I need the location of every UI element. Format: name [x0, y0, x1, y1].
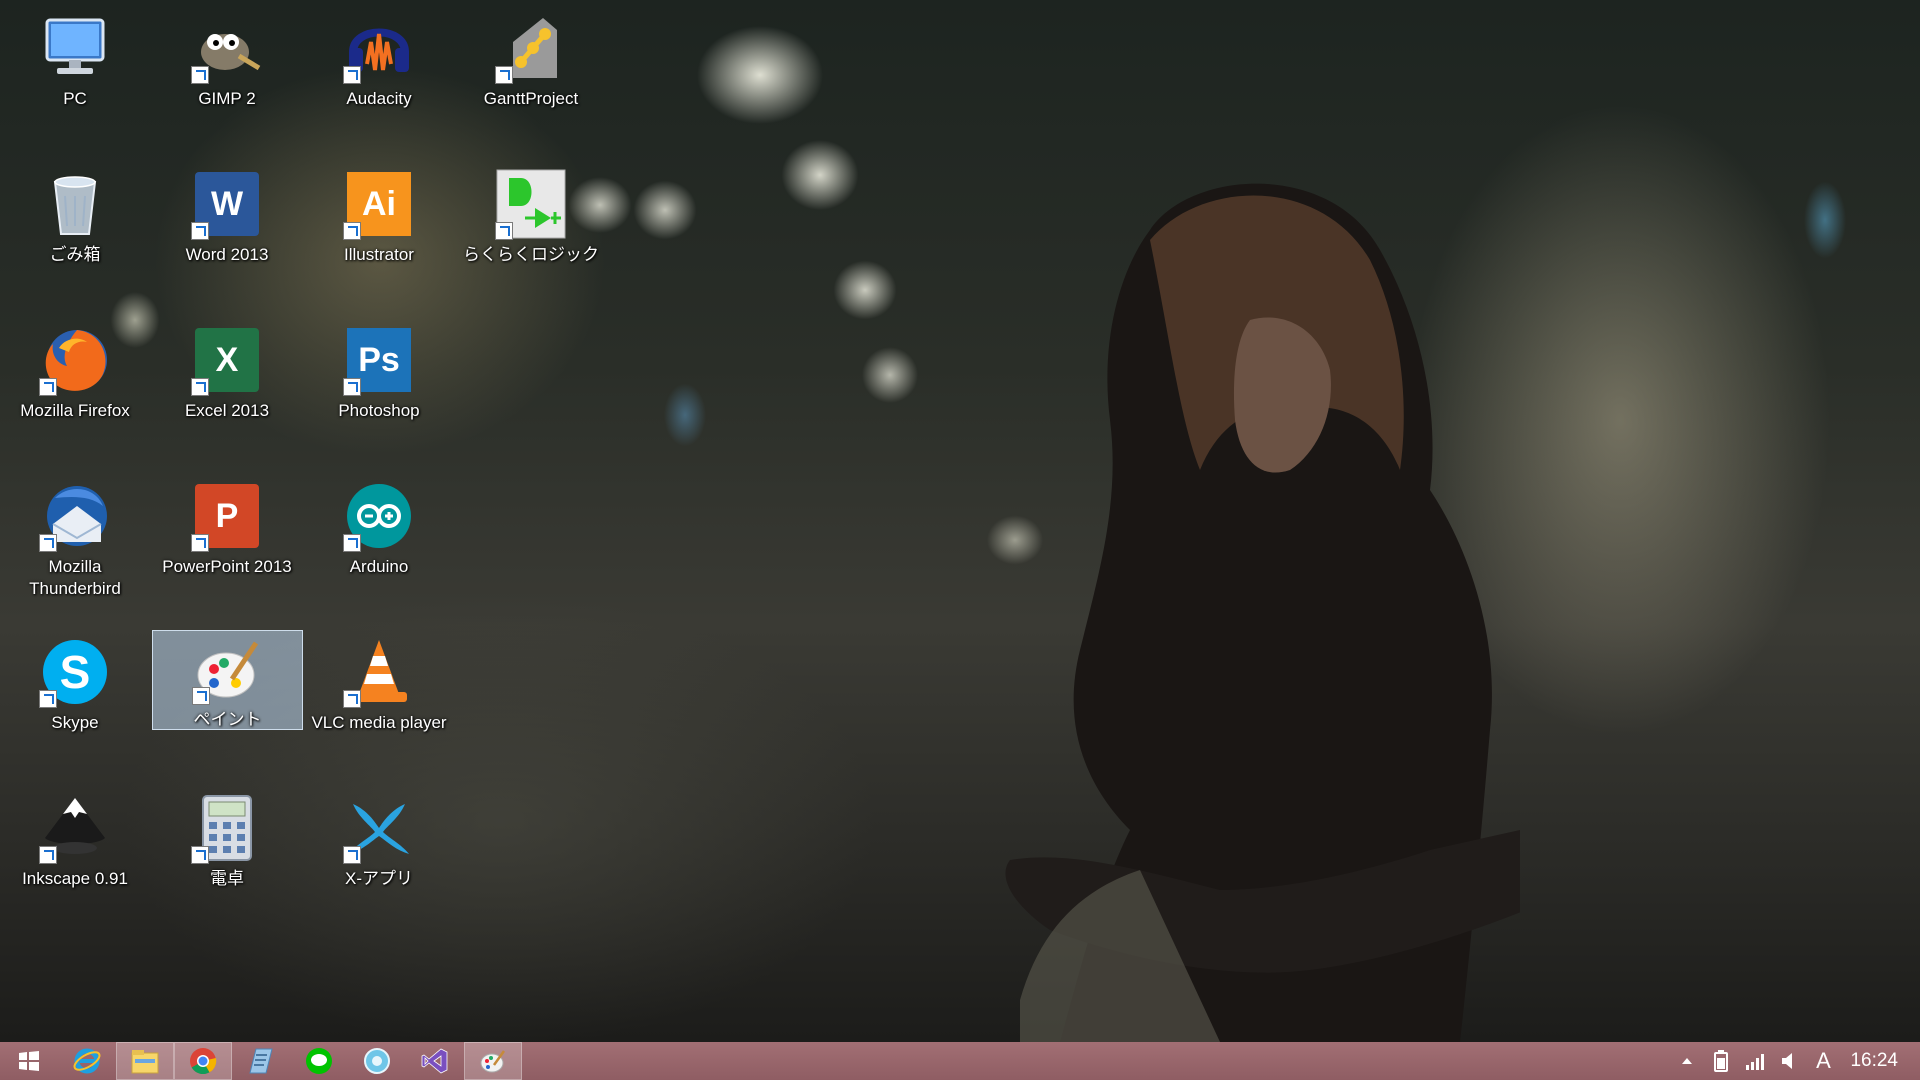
- icon-label: Skype: [51, 713, 99, 732]
- desktop-icon-ganttproject[interactable]: GanttProject: [456, 2, 606, 122]
- desktop-icon-photoshop[interactable]: Ps Photoshop: [304, 314, 454, 434]
- desktop-icon-audacity[interactable]: Audacity: [304, 2, 454, 122]
- desktop-icon-pc[interactable]: PC: [0, 2, 150, 122]
- taskbar-line[interactable]: [290, 1042, 348, 1080]
- battery-icon: [1714, 1050, 1729, 1072]
- icon-label: Word 2013: [185, 245, 269, 264]
- icon-label: GanttProject: [483, 89, 579, 108]
- taskbar-paint[interactable]: [464, 1042, 522, 1080]
- wallpaper-figure: [1005, 183, 1520, 1042]
- tray-clock[interactable]: 16:24: [1840, 1042, 1920, 1080]
- desktop-icon-rakuraku-logic[interactable]: らくらくロジック: [456, 158, 606, 278]
- icon-label: Excel 2013: [184, 401, 270, 420]
- desktop-wallpaper: PC ごみ箱 Mozilla Firefox Mozilla Thunderbi…: [0, 0, 1920, 1042]
- notepad-icon: [249, 1048, 273, 1074]
- tray-network[interactable]: [1738, 1042, 1772, 1080]
- shortcut-arrow-icon: [343, 222, 361, 240]
- icon-label: Mozilla Thunderbird: [29, 557, 121, 598]
- desktop-icon-x-app[interactable]: X-アプリ: [304, 782, 454, 902]
- desktop-icon-recycle-bin[interactable]: ごみ箱: [0, 158, 150, 278]
- desktop-icon-thunderbird[interactable]: Mozilla Thunderbird: [0, 470, 150, 608]
- system-tray: A 16:24: [1670, 1042, 1920, 1080]
- file-explorer-icon: [131, 1050, 159, 1074]
- shortcut-arrow-icon: [191, 66, 209, 84]
- desktop-icon-excel[interactable]: X Excel 2013: [152, 314, 302, 434]
- line-icon: [306, 1048, 332, 1074]
- shortcut-arrow-icon: [39, 690, 57, 708]
- icon-label: 電卓: [210, 869, 244, 888]
- tray-ime-indicator[interactable]: A: [1806, 1042, 1840, 1080]
- icon-label: X-アプリ: [345, 869, 413, 888]
- icon-label: PowerPoint 2013: [162, 557, 292, 576]
- chevron-up-icon: [1682, 1058, 1693, 1064]
- icon-label: Photoshop: [338, 401, 420, 420]
- shortcut-arrow-icon: [343, 66, 361, 84]
- icon-label: らくらくロジック: [463, 245, 599, 264]
- desktop-icon-illustrator[interactable]: Ai Illustrator: [304, 158, 454, 278]
- shortcut-arrow-icon: [191, 687, 210, 705]
- internet-explorer-icon: [73, 1048, 101, 1074]
- shortcut-arrow-icon: [343, 690, 361, 708]
- taskbar-internet-explorer[interactable]: [58, 1042, 116, 1080]
- taskbar-file-explorer[interactable]: [116, 1042, 174, 1080]
- paint-icon: [480, 1050, 506, 1073]
- desktop-icon-inkscape[interactable]: Inkscape 0.91: [0, 782, 150, 902]
- shortcut-arrow-icon: [343, 846, 361, 864]
- icon-label: ごみ箱: [49, 245, 101, 264]
- app-icon: [364, 1048, 390, 1074]
- visual-studio-icon: [421, 1048, 448, 1074]
- taskbar-notepad[interactable]: [232, 1042, 290, 1080]
- shortcut-arrow-icon: [495, 66, 513, 84]
- taskbar-chrome[interactable]: [174, 1042, 232, 1080]
- computer-icon: [45, 18, 105, 74]
- shortcut-arrow-icon: [191, 378, 209, 396]
- shortcut-arrow-icon: [191, 534, 209, 552]
- icon-label: Mozilla Firefox: [20, 401, 130, 420]
- signal-strength-icon: [1746, 1054, 1765, 1070]
- desktop-icon-skype[interactable]: S Skype: [0, 626, 150, 746]
- icon-label: ペイント: [193, 710, 262, 729]
- icon-label: Arduino: [349, 557, 409, 576]
- taskbar-start-button[interactable]: [0, 1042, 58, 1080]
- tray-battery[interactable]: [1704, 1042, 1738, 1080]
- desktop-icon-paint[interactable]: ペイント: [152, 630, 303, 730]
- tray-volume[interactable]: [1772, 1042, 1806, 1080]
- windows-start-icon: [19, 1051, 39, 1071]
- recycle-bin-icon: [53, 176, 97, 235]
- taskbar-visual-studio[interactable]: [406, 1042, 464, 1080]
- shortcut-arrow-icon: [191, 222, 209, 240]
- tray-show-hidden-button[interactable]: [1670, 1042, 1704, 1080]
- icon-label: Illustrator: [344, 245, 414, 264]
- taskbar: A 16:24: [0, 1042, 1920, 1080]
- desktop-icon-gimp[interactable]: GIMP 2: [152, 2, 302, 122]
- icon-label: PC: [63, 89, 87, 108]
- icon-label: Audacity: [346, 89, 412, 108]
- desktop-icon-word[interactable]: W Word 2013: [152, 158, 302, 278]
- icon-label: GIMP 2: [198, 89, 256, 108]
- chrome-icon: [190, 1048, 217, 1075]
- desktop-icon-arduino[interactable]: Arduino: [304, 470, 454, 590]
- shortcut-arrow-icon: [343, 378, 361, 396]
- desktop-icon-calculator[interactable]: 電卓: [152, 782, 302, 902]
- icon-label: VLC media player: [311, 713, 447, 732]
- taskbar-app[interactable]: [348, 1042, 406, 1080]
- speaker-icon: [1782, 1053, 1793, 1069]
- shortcut-arrow-icon: [39, 534, 57, 552]
- desktop-icon-powerpoint[interactable]: P PowerPoint 2013: [152, 470, 302, 608]
- desktop-icon-firefox[interactable]: Mozilla Firefox: [0, 314, 150, 434]
- shortcut-arrow-icon: [191, 846, 209, 864]
- shortcut-arrow-icon: [343, 534, 361, 552]
- icon-label: Inkscape 0.91: [22, 869, 128, 888]
- shortcut-arrow-icon: [39, 846, 57, 864]
- desktop-icon-vlc[interactable]: VLC media player: [304, 626, 454, 764]
- shortcut-arrow-icon: [39, 378, 57, 396]
- shortcut-arrow-icon: [495, 222, 513, 240]
